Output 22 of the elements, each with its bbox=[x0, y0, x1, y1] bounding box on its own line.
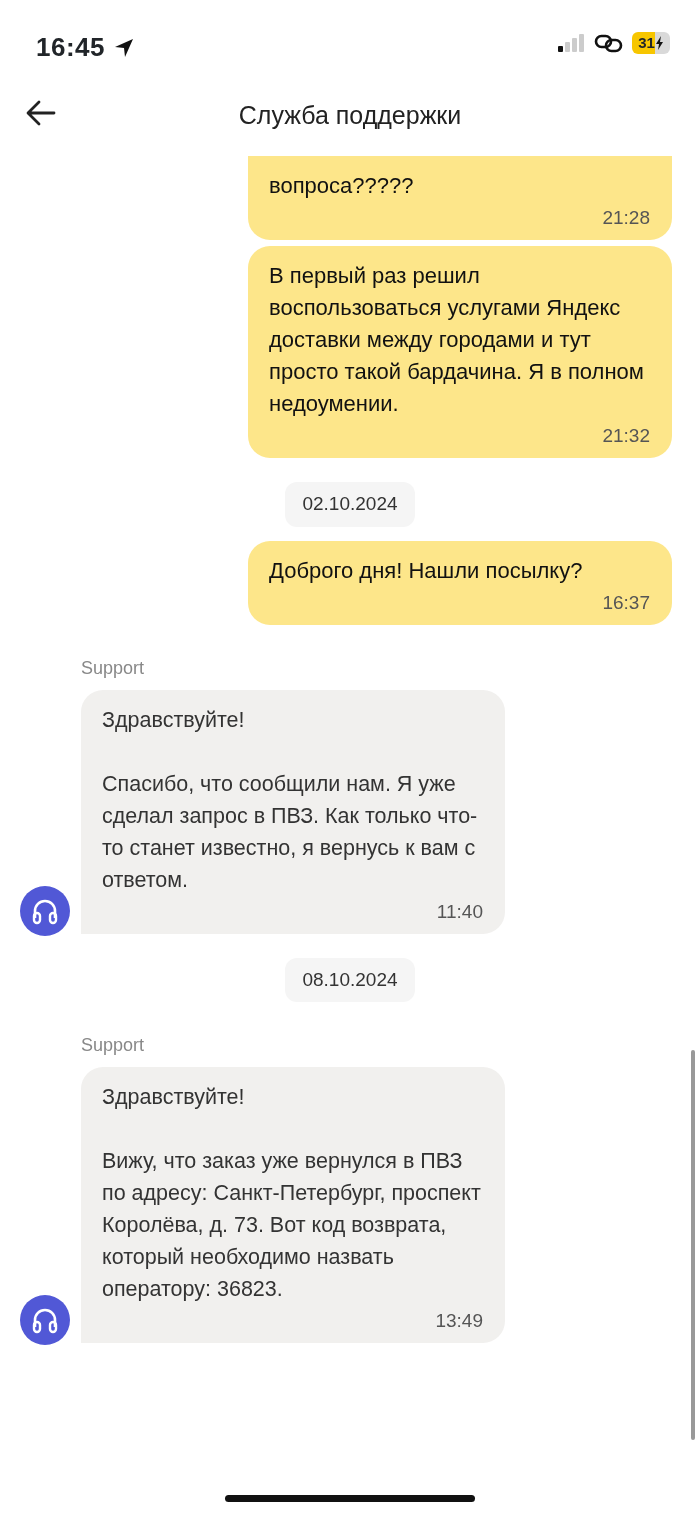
message-time: 16:37 bbox=[601, 590, 650, 615]
date-chip: 08.10.2024 bbox=[285, 957, 415, 1002]
message-time: 21:28 bbox=[601, 206, 650, 230]
link-icon bbox=[594, 33, 624, 53]
message-time: 13:49 bbox=[434, 1309, 483, 1333]
chat-title: Служба поддержки bbox=[238, 100, 462, 132]
date-chip: 02.10.2024 bbox=[285, 482, 415, 527]
sender-name: Support bbox=[81, 656, 146, 680]
signal-icon bbox=[558, 34, 586, 52]
battery-icon: 31 bbox=[632, 32, 670, 54]
message-text: Здравствуйте! Спасибо, что сообщили нам. Я уже сделал запрос в ПВЗ. Как только что-то станет известно, я вернусь к вам с ответом. bbox=[102, 706, 479, 894]
location-arrow-icon bbox=[113, 36, 135, 59]
message-text: вопроса????? bbox=[269, 172, 415, 200]
avatar-icon bbox=[20, 1295, 70, 1345]
message-text: Доброго дня! Нашли посылку? bbox=[269, 556, 584, 585]
message-text: В первый раз решил воспользоваться услугами Яндекс доставки между городами и тут просто такой бардачина. Я в полном недоумении. bbox=[269, 262, 645, 418]
message-time: 21:32 bbox=[601, 424, 650, 448]
avatar-icon bbox=[20, 885, 70, 936]
message-time: 11:40 bbox=[435, 899, 483, 924]
sender-name: Support bbox=[81, 1034, 146, 1057]
clock-time: 16:45 bbox=[36, 31, 105, 64]
message-text: Здравствуйте! Вижу, что заказ уже вернулся в ПВЗ по адресу: Санкт-Петербург, проспект Королёва, д. 73. Вот код возврата, который необходимо назвать оператору: 36823. bbox=[102, 1084, 482, 1303]
